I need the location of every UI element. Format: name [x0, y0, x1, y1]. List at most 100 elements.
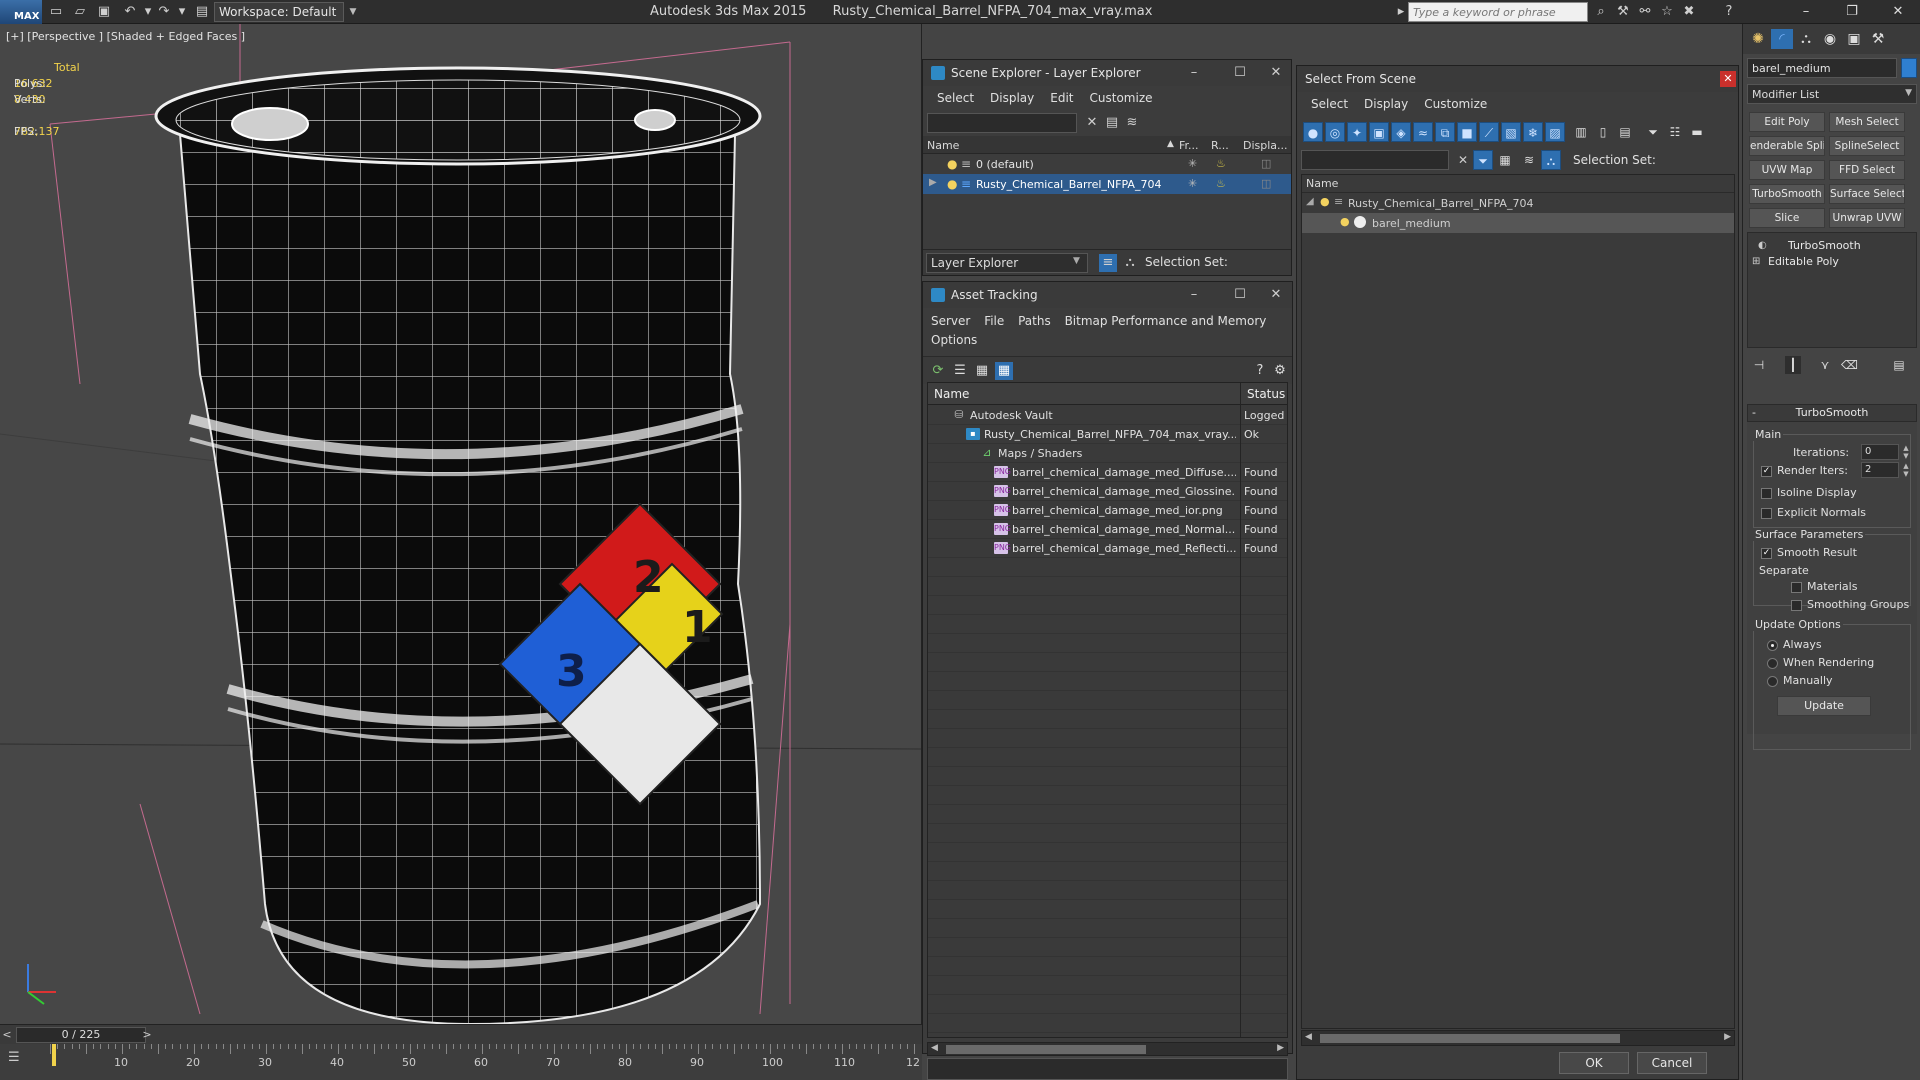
modifier-button-enderable-splir[interactable]: enderable Splir	[1749, 136, 1825, 156]
isoline-display-checkbox[interactable]	[1761, 488, 1772, 499]
select-invert-icon[interactable]: ▤	[1615, 122, 1635, 142]
expand-arrow-icon[interactable]: ▶	[929, 177, 937, 188]
lightbulb-icon[interactable]: ●	[947, 157, 957, 171]
table-view-icon[interactable]: ▦	[995, 362, 1013, 380]
search-input[interactable]: Type a keyword or phrase	[1408, 2, 1588, 22]
minimize-button[interactable]: –	[1179, 64, 1209, 82]
modifier-button-slice[interactable]: Slice	[1749, 208, 1825, 228]
scroll-left-icon[interactable]: ◀	[931, 1043, 938, 1053]
close-button[interactable]: ✕	[1261, 64, 1291, 82]
find-input[interactable]	[927, 113, 1077, 133]
list-view-icon[interactable]: ☰	[951, 362, 969, 380]
time-next-icon[interactable]: >	[140, 1027, 154, 1043]
scene-explorer-window[interactable]: Scene Explorer - Layer Explorer – ☐ ✕ Se…	[922, 59, 1292, 276]
layer-filter-icon[interactable]: ▦	[1495, 150, 1515, 170]
render-teapot-icon[interactable]: ♨	[1216, 177, 1226, 190]
open-file-icon[interactable]: ▱	[72, 4, 88, 20]
asset-row[interactable]: PNG barrel_chemical_damage_med_Glossine..…	[928, 482, 1287, 501]
asset-row[interactable]: PNG barrel_chemical_damage_med_Normal....…	[928, 520, 1287, 539]
menu-customize[interactable]: Customize	[1418, 92, 1497, 116]
thumbnail-view-icon[interactable]: ▦	[973, 362, 991, 380]
column-display[interactable]: Displa...	[1243, 139, 1288, 152]
ok-button[interactable]: OK	[1559, 1052, 1629, 1074]
column-frozen[interactable]: Fr...	[1179, 139, 1199, 152]
chevron-down-icon[interactable]: ▼	[346, 2, 360, 22]
explicit-normals-checkbox[interactable]	[1761, 508, 1772, 519]
lightbulb-icon[interactable]: ●	[947, 177, 957, 191]
object-name-field[interactable]: barel_medium	[1747, 58, 1897, 78]
current-frame-marker[interactable]	[52, 1044, 56, 1066]
help-icon[interactable]: ?	[1251, 362, 1269, 380]
menu-display[interactable]: Display	[984, 86, 1044, 110]
modifier-button-uvw-map[interactable]: UVW Map	[1749, 160, 1825, 180]
close-button[interactable]: ✕	[1876, 0, 1920, 24]
update-always-radio[interactable]	[1767, 640, 1778, 651]
smoothing-groups-checkbox[interactable]	[1791, 600, 1802, 611]
rollout-header[interactable]: - TurboSmooth	[1747, 404, 1917, 422]
settings-gear-icon[interactable]: ⚙	[1271, 362, 1289, 380]
refresh-icon[interactable]: ⟳	[929, 362, 947, 380]
smooth-result-checkbox[interactable]: ✓	[1761, 548, 1772, 559]
scrollbar-thumb[interactable]	[946, 1045, 1146, 1054]
new-file-icon[interactable]: ▭	[48, 4, 64, 20]
asset-tracking-titlebar[interactable]: Asset Tracking – ☐ ✕	[923, 282, 1292, 308]
clear-find-icon[interactable]: ✕	[1083, 114, 1101, 132]
subscription-icon[interactable]: ⚒	[1614, 3, 1632, 21]
menu-bitmap-performance[interactable]: Bitmap Performance and Memory	[1065, 314, 1267, 328]
configure-sets-icon[interactable]: ▤	[1891, 356, 1907, 374]
lightbulb-icon[interactable]: ●	[1340, 215, 1350, 228]
utilities-tab-icon[interactable]: ⚒	[1867, 29, 1889, 49]
scene-object-row-selected[interactable]: ● barel_medium	[1302, 213, 1734, 233]
perspective-viewport[interactable]: [+] [Perspective ] [Shaded + Edged Faces…	[0, 24, 922, 1024]
filter-selected-icon[interactable]: ⏷	[1473, 150, 1493, 170]
asset-row[interactable]: ⊿ Maps / Shaders	[928, 444, 1287, 463]
menu-server[interactable]: Server	[931, 314, 970, 328]
menu-select[interactable]: Select	[1305, 92, 1358, 116]
asset-row[interactable]: ▪ Rusty_Chemical_Barrel_NFPA_704_max_vray…	[928, 425, 1287, 444]
chevron-down-icon[interactable]: ▼	[1073, 256, 1080, 266]
display-containers-icon[interactable]: ▧	[1501, 122, 1521, 142]
chevron-down-icon[interactable]: ▼	[1905, 88, 1912, 98]
menu-edit[interactable]: Edit	[1044, 86, 1083, 110]
workspace-dropdown[interactable]: Workspace: Default	[214, 2, 344, 22]
modifier-button-ffd-select[interactable]: FFD Select	[1829, 160, 1905, 180]
cancel-button[interactable]: Cancel	[1637, 1052, 1707, 1074]
help-icon[interactable]: ?	[1720, 3, 1738, 21]
display-spacewarps-icon[interactable]: ≈	[1413, 122, 1433, 142]
scroll-left-icon[interactable]: ◀	[1305, 1032, 1312, 1042]
update-button[interactable]: Update	[1777, 696, 1871, 716]
find-input[interactable]	[1301, 150, 1449, 170]
select-from-scene-dialog[interactable]: Select From Scene ✕ Select Display Custo…	[1296, 65, 1739, 1080]
clear-find-icon[interactable]: ✕	[1453, 150, 1473, 170]
asset-row[interactable]: PNG barrel_chemical_damage_med_Reflecti..…	[928, 539, 1287, 558]
modifier-button-turbosmooth[interactable]: TurboSmooth	[1749, 184, 1825, 204]
asset-row[interactable]: ⛁ Autodesk Vault Logged C	[928, 406, 1287, 425]
scene-explorer-titlebar[interactable]: Scene Explorer - Layer Explorer – ☐ ✕	[923, 60, 1291, 86]
layer-row[interactable]: ● ≡ 0 (default) ✳ ♨ ◫	[923, 154, 1291, 174]
layer-row-selected[interactable]: ▶ ● ≡ Rusty_Chemical_Barrel_NFPA_704 ✳ ♨…	[923, 174, 1291, 194]
display-helpers-icon[interactable]: ◈	[1391, 122, 1411, 142]
layer-add-icon[interactable]: ≋	[1123, 114, 1141, 132]
exchange-icon[interactable]: ✖	[1680, 3, 1698, 21]
close-button[interactable]: ✕	[1261, 286, 1291, 304]
collapse-all-icon[interactable]: ▬	[1687, 122, 1707, 142]
show-end-result-icon[interactable]: ┃	[1785, 356, 1801, 374]
asset-tracking-window[interactable]: Asset Tracking – ☐ ✕ Server File Paths B…	[922, 281, 1293, 1080]
spinner-arrows-icon[interactable]: ▲ ▼	[1901, 444, 1911, 460]
render-iters-checkbox[interactable]: ✓	[1761, 466, 1772, 477]
select-all-icon[interactable]: ▥	[1571, 122, 1591, 142]
select-none-icon[interactable]: ▯	[1593, 122, 1613, 142]
iterations-spinner[interactable]: 0	[1861, 444, 1899, 460]
redo-icon[interactable]: ↷	[156, 4, 172, 20]
binoculars-icon[interactable]: ⌕	[1592, 3, 1610, 21]
scroll-right-icon[interactable]: ▶	[1277, 1043, 1284, 1053]
display-box-icon[interactable]: ◫	[1261, 157, 1271, 170]
display-frozen-icon[interactable]: ❄	[1523, 122, 1543, 142]
modifier-button-splineselect[interactable]: SplineSelect	[1829, 136, 1905, 156]
menu-customize[interactable]: Customize	[1084, 86, 1163, 110]
expand-plus-icon[interactable]: ⊞	[1752, 256, 1760, 267]
collapse-arrow-icon[interactable]: ◢	[1306, 196, 1314, 207]
pin-stack-icon[interactable]: ⊣	[1751, 356, 1767, 374]
menu-select[interactable]: Select	[931, 86, 984, 110]
update-manually-radio[interactable]	[1767, 676, 1778, 687]
